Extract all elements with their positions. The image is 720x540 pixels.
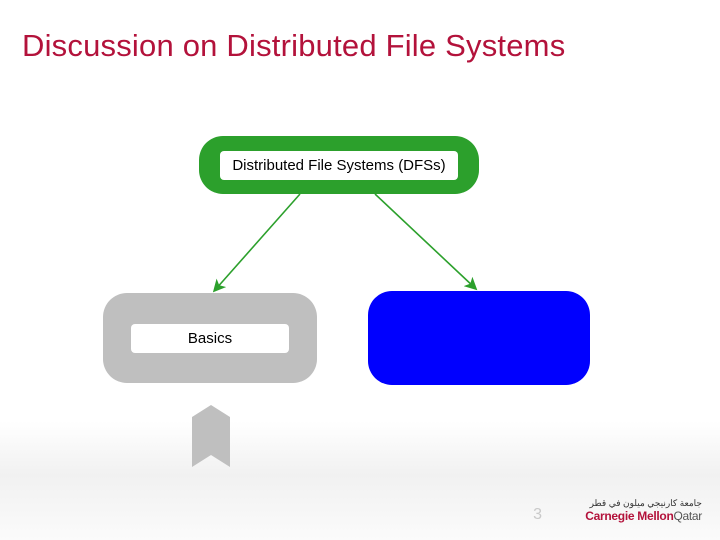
ribbon-icon [192, 405, 230, 467]
page-number: 3 [533, 506, 542, 524]
footer-brand-suffix: Qatar [673, 509, 702, 523]
arrow-to-right [375, 194, 475, 288]
node-left-label: Basics [131, 324, 289, 353]
node-right [368, 291, 590, 385]
footer-logo: جامعة كارنيجي ميلون في قطر Carnegie Mell… [547, 490, 702, 530]
node-root: Distributed File Systems (DFSs) [199, 136, 479, 194]
footer-arabic: جامعة كارنيجي ميلون في قطر [590, 499, 702, 508]
arrow-to-left [215, 194, 300, 290]
slide: Discussion on Distributed File Systems D… [0, 0, 720, 540]
footer-brand: Carnegie MellonQatar [585, 510, 702, 522]
footer-brand-name: Carnegie Mellon [585, 509, 673, 523]
connector-arrows [0, 0, 720, 540]
node-root-label: Distributed File Systems (DFSs) [220, 151, 457, 180]
page-title: Discussion on Distributed File Systems [22, 28, 565, 64]
node-left: Basics [103, 293, 317, 383]
